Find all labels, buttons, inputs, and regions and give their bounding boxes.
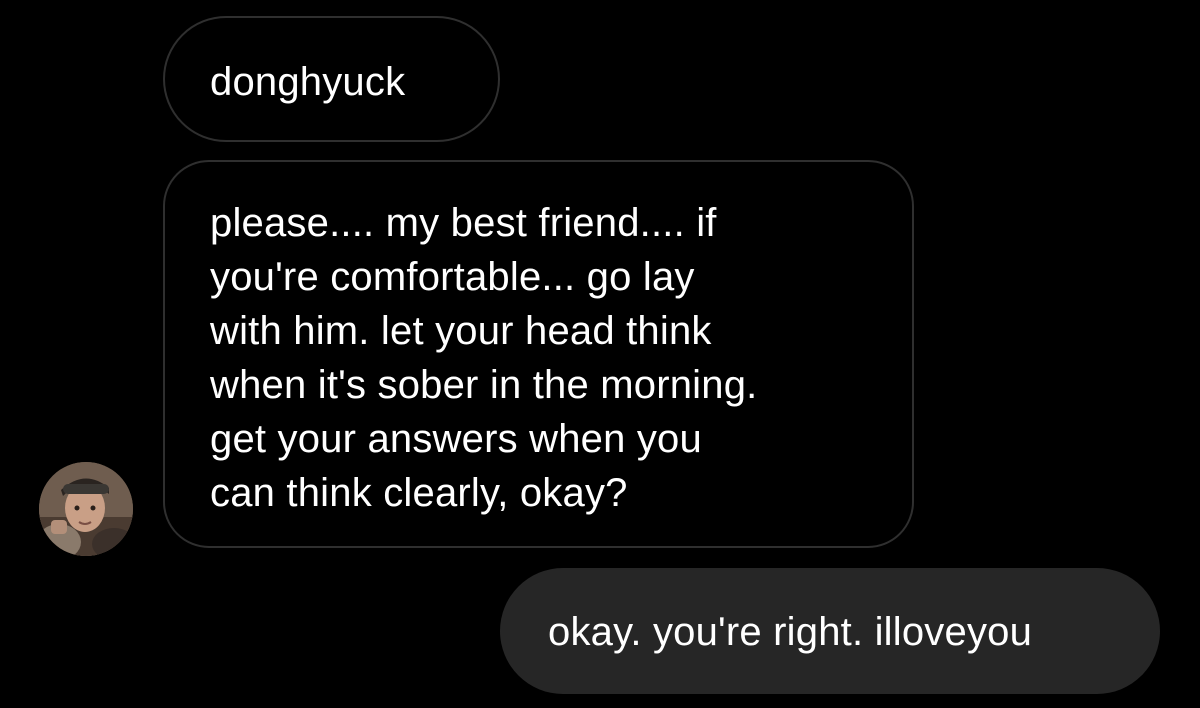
message-text: okay. you're right. illoveyou xyxy=(548,610,1033,654)
message-line: you're comfortable... go lay xyxy=(210,255,695,299)
message-bubble-incoming[interactable]: please.... my best friend.... if you're … xyxy=(163,160,914,548)
message-text: donghyuck xyxy=(210,60,406,104)
message-thread[interactable]: donghyuck please.... my best friend.... … xyxy=(0,0,1200,708)
message-line: get your answers when you xyxy=(210,417,702,461)
message-bubble-outgoing[interactable]: okay. you're right. illoveyou xyxy=(500,568,1160,694)
avatar[interactable] xyxy=(39,462,133,556)
profile-photo-icon xyxy=(39,462,133,556)
message-line: can think clearly, okay? xyxy=(210,471,628,515)
message-line: please.... my best friend.... if xyxy=(210,201,717,245)
message-line: with him. let your head think xyxy=(210,309,712,353)
message-line: when it's sober in the morning. xyxy=(210,363,758,407)
message-bubble-incoming[interactable]: donghyuck xyxy=(163,16,500,142)
